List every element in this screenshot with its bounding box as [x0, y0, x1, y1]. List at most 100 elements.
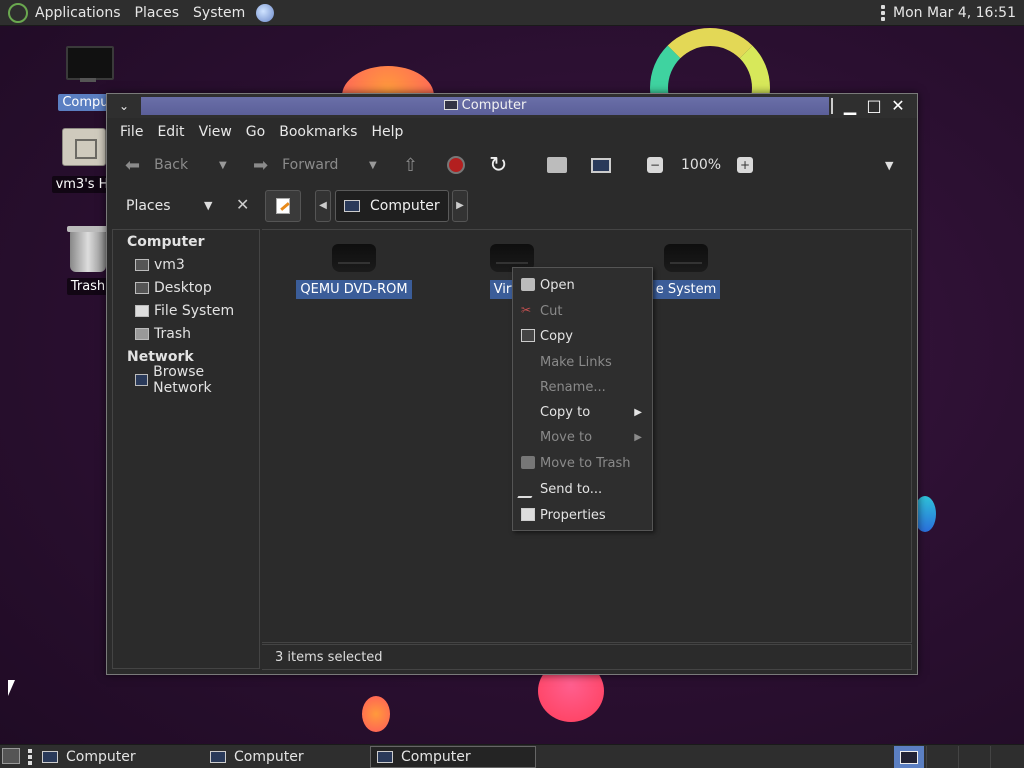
clock[interactable]: Mon Mar 4, 16:51	[893, 5, 1016, 21]
back-label: Back	[154, 157, 189, 173]
menu-view[interactable]: View	[192, 124, 239, 140]
taskbar-label: Computer	[401, 749, 471, 765]
file-item-label: e System	[651, 280, 721, 299]
chevron-down-icon: ▼	[369, 159, 377, 171]
computer-icon	[344, 200, 360, 212]
workspace-switcher-1[interactable]	[894, 746, 924, 768]
sidebar-item-browse-network[interactable]: Browse Network	[113, 364, 259, 396]
breadcrumb-computer[interactable]: Computer	[335, 190, 449, 222]
side-pane-selector[interactable]: Places ▼ ✕	[112, 190, 260, 222]
zoom-out-button[interactable]: −	[647, 146, 663, 184]
home-folder-icon	[62, 128, 106, 166]
computer-icon	[377, 751, 393, 763]
path-scroll-right-button[interactable]: ▶	[452, 190, 468, 222]
toggle-location-entry-button[interactable]	[265, 190, 301, 222]
maximize-button[interactable]: □	[863, 96, 885, 116]
window-titlebar[interactable]: ⌄ Computer ▁ □ ✕	[107, 94, 917, 118]
forward-button[interactable]: ➡ Forward	[253, 146, 338, 184]
zoom-level-text: 100%	[681, 157, 722, 173]
home-button[interactable]	[547, 146, 567, 184]
sidebar-item-vm3[interactable]: vm3	[113, 253, 259, 276]
network-icon	[135, 373, 149, 386]
properties-icon	[521, 508, 535, 521]
mouse-cursor-icon	[8, 680, 15, 696]
zoom-level[interactable]: 100%	[681, 146, 721, 184]
menubar: File Edit View Go Bookmarks Help	[107, 120, 917, 144]
sidebar-item-label: Desktop	[154, 279, 212, 296]
sidebar-item-label: vm3	[154, 256, 185, 273]
desktop-icon-label: Trash	[66, 278, 110, 295]
send-icon	[517, 485, 539, 498]
optical-drive-icon	[332, 244, 376, 272]
workspace-switcher-4[interactable]	[990, 746, 1020, 768]
file-item-dvd-rom[interactable]: QEMU DVD-ROM	[284, 244, 424, 299]
distro-logo-icon[interactable]	[8, 2, 28, 23]
close-button[interactable]: ✕	[887, 96, 909, 116]
home-folder-icon	[547, 157, 567, 173]
menu-edit[interactable]: Edit	[150, 124, 191, 140]
trash-icon	[67, 226, 109, 272]
wallpaper-shape	[362, 696, 390, 732]
toolbar-overflow-button[interactable]: ▼	[885, 146, 893, 184]
drive-icon	[664, 244, 708, 272]
back-button[interactable]: ⬅ Back	[125, 146, 188, 184]
applications-menu[interactable]: Applications	[28, 0, 128, 26]
back-history-dropdown[interactable]: ▼	[219, 146, 227, 184]
open-folder-icon	[521, 278, 535, 291]
menu-item-make-links[interactable]: Make Links	[513, 350, 652, 374]
menu-item-rename[interactable]: Rename...	[513, 375, 652, 399]
reload-button[interactable]: ↻	[489, 146, 507, 184]
window-menu-button[interactable]: ⌄	[113, 96, 135, 116]
menu-help[interactable]: Help	[364, 124, 410, 140]
menu-item-label: Copy to	[540, 404, 591, 420]
menu-file[interactable]: File	[113, 124, 150, 140]
panel-handle-icon	[28, 749, 32, 765]
taskbar-label: Computer	[66, 749, 136, 765]
forward-history-dropdown[interactable]: ▼	[369, 146, 377, 184]
menu-go[interactable]: Go	[239, 124, 272, 140]
menu-item-open[interactable]: Open	[513, 273, 652, 297]
zoom-out-icon: −	[647, 157, 663, 173]
show-desktop-icon[interactable]	[2, 748, 20, 764]
sidebar-item-trash[interactable]: Trash	[113, 322, 259, 345]
sidebar-item-label: Trash	[154, 325, 191, 342]
sidebar-item-desktop[interactable]: Desktop	[113, 276, 259, 299]
taskbar-item-computer-2[interactable]: Computer	[204, 746, 370, 768]
web-browser-icon[interactable]	[256, 3, 275, 22]
workspace-switcher-2[interactable]	[926, 746, 956, 768]
computer-button[interactable]	[591, 146, 611, 184]
menu-item-copy[interactable]: Copy	[513, 324, 652, 348]
copy-icon	[521, 329, 535, 342]
chevron-down-icon: ▼	[219, 159, 227, 171]
computer-icon	[591, 157, 611, 173]
menu-item-send-to[interactable]: Send to...	[513, 477, 652, 501]
path-scroll-left-button[interactable]: ◀	[315, 190, 331, 222]
taskbar-item-computer-3[interactable]: Computer	[370, 746, 536, 768]
menu-item-properties[interactable]: Properties	[513, 503, 652, 527]
workspace-switcher-3[interactable]	[958, 746, 988, 768]
trash-icon	[521, 456, 535, 469]
system-menu[interactable]: System	[186, 0, 252, 26]
chevron-down-icon: ▼	[885, 158, 894, 172]
computer-icon	[900, 750, 918, 764]
menu-item-label: Properties	[540, 507, 606, 523]
places-menu[interactable]: Places	[128, 0, 187, 26]
stop-button[interactable]	[447, 146, 465, 184]
menu-bookmarks[interactable]: Bookmarks	[272, 124, 364, 140]
chevron-down-icon[interactable]: ▼	[204, 199, 212, 212]
up-button[interactable]: ⇧	[403, 146, 426, 184]
window-title[interactable]: Computer	[141, 97, 829, 115]
minimize-button[interactable]: ▁	[839, 96, 861, 116]
status-text: 3 items selected	[275, 650, 383, 665]
menu-item-move-to-trash[interactable]: Move to Trash	[513, 451, 652, 475]
close-side-pane-icon[interactable]: ✕	[236, 195, 249, 214]
taskbar-item-computer-1[interactable]: Computer	[36, 746, 202, 768]
home-folder-icon	[135, 258, 149, 271]
sidebar-item-file-system[interactable]: File System	[113, 299, 259, 322]
bottom-panel: Computer Computer Computer	[0, 744, 1024, 768]
menu-item-cut[interactable]: ✂ Cut	[513, 299, 652, 323]
menu-item-move-to[interactable]: Move to ▶	[513, 425, 652, 449]
menu-item-copy-to[interactable]: Copy to ▶	[513, 400, 652, 424]
places-sidebar: Computer vm3 Desktop File System Trash N…	[112, 229, 260, 669]
zoom-in-button[interactable]: +	[737, 146, 753, 184]
